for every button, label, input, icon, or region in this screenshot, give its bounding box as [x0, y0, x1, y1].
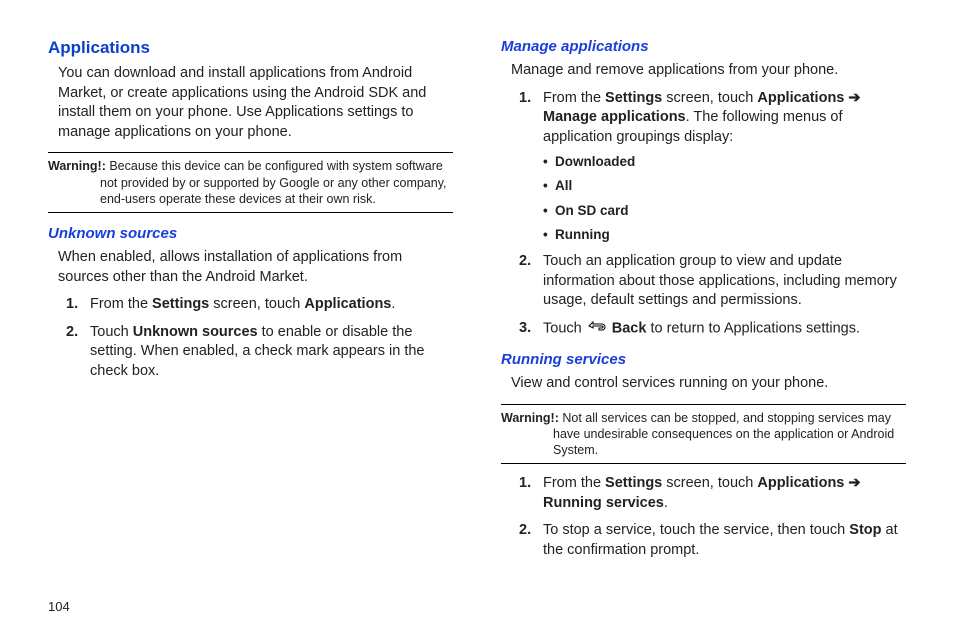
- bullet-on-sd-card: On SD card: [543, 202, 906, 220]
- running-services-steps: From the Settings screen, touch Applicat…: [511, 474, 906, 560]
- right-column: Manage applications Manage and remove ap…: [501, 38, 906, 569]
- subheading-manage-applications: Manage applications: [501, 38, 906, 55]
- grouping-bullets: Downloaded All On SD card Running: [543, 153, 906, 244]
- arrow-icon: ➔: [844, 90, 860, 106]
- text: .: [664, 495, 668, 511]
- page-number: 104: [48, 599, 70, 614]
- unknown-sources-steps: From the Settings screen, touch Applicat…: [58, 295, 453, 381]
- bold-manage-applications: Manage applications: [543, 109, 686, 125]
- step-item: From the Settings screen, touch Applicat…: [58, 295, 453, 315]
- text: screen, touch: [209, 296, 304, 312]
- warning-applications: Warning!: Because this device can be con…: [48, 152, 453, 213]
- text: screen, touch: [662, 475, 757, 491]
- arrow-icon: ➔: [844, 475, 860, 491]
- bold-applications: Applications: [757, 475, 844, 491]
- back-icon: [588, 319, 606, 339]
- step-item: Touch an application group to view and u…: [511, 252, 906, 311]
- bold-settings: Settings: [605, 475, 662, 491]
- text: To stop a service, touch the service, th…: [543, 522, 849, 538]
- bullet-downloaded: Downloaded: [543, 153, 906, 171]
- text: screen, touch: [662, 90, 757, 106]
- left-column: Applications You can download and instal…: [48, 38, 453, 569]
- subheading-unknown-sources: Unknown sources: [48, 225, 453, 242]
- manage-applications-steps: From the Settings screen, touch Applicat…: [511, 89, 906, 339]
- applications-intro: You can download and install application…: [58, 64, 453, 142]
- text: From the: [543, 475, 605, 491]
- step-item: Touch Back to return to Applications set…: [511, 319, 906, 339]
- step-item: From the Settings screen, touch Applicat…: [511, 89, 906, 245]
- bold-applications: Applications: [304, 296, 391, 312]
- bold-settings: Settings: [605, 90, 662, 106]
- bold-running-services: Running services: [543, 495, 664, 511]
- manage-applications-intro: Manage and remove applications from your…: [511, 61, 906, 81]
- text: .: [391, 296, 395, 312]
- heading-applications: Applications: [48, 38, 453, 58]
- running-services-intro: View and control services running on you…: [511, 374, 906, 394]
- warning-label: Warning!:: [48, 159, 106, 173]
- warning-text: Because this device can be configured wi…: [100, 159, 447, 206]
- text: From the: [90, 296, 152, 312]
- warning-text: Not all services can be stopped, and sto…: [553, 411, 894, 458]
- bold-back: Back: [612, 320, 647, 336]
- text: to return to Applications settings.: [646, 320, 860, 336]
- bullet-all: All: [543, 177, 906, 195]
- text: Touch: [543, 320, 586, 336]
- unknown-sources-intro: When enabled, allows installation of app…: [58, 248, 453, 287]
- warning-label: Warning!:: [501, 411, 559, 425]
- warning-running-services: Warning!: Not all services can be stoppe…: [501, 404, 906, 465]
- step-item: Touch Unknown sources to enable or disab…: [58, 323, 453, 382]
- bullet-running: Running: [543, 226, 906, 244]
- subheading-running-services: Running services: [501, 351, 906, 368]
- page-columns: Applications You can download and instal…: [48, 38, 906, 569]
- bold-stop: Stop: [849, 522, 881, 538]
- bold-unknown-sources: Unknown sources: [133, 324, 258, 340]
- bold-settings: Settings: [152, 296, 209, 312]
- step-item: From the Settings screen, touch Applicat…: [511, 474, 906, 513]
- text: Touch: [90, 324, 133, 340]
- step-item: To stop a service, touch the service, th…: [511, 521, 906, 560]
- bold-applications: Applications: [757, 90, 844, 106]
- text: From the: [543, 90, 605, 106]
